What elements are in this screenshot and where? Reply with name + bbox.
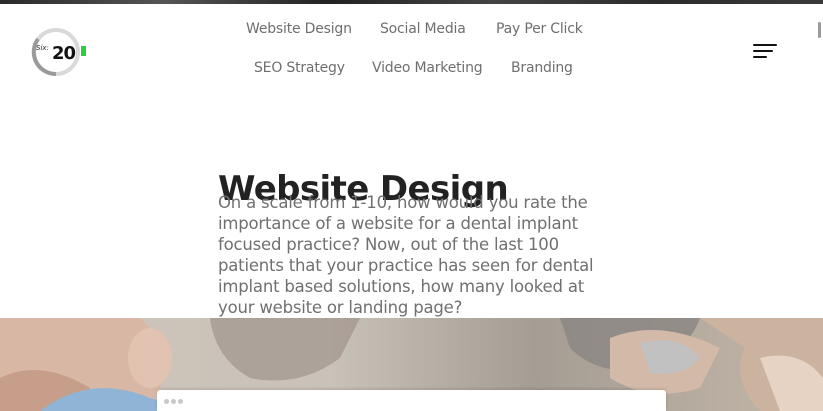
svg-text:Six:: Six: xyxy=(36,44,49,52)
svg-text:20: 20 xyxy=(52,43,76,64)
paragraph-line: your website or landing page? xyxy=(218,298,463,317)
dot-icon xyxy=(178,399,183,404)
six20-logo-icon: Six: 20 xyxy=(31,28,86,77)
nav-website-design[interactable]: Website Design xyxy=(246,21,352,37)
top-image-strip xyxy=(0,0,823,4)
paragraph-line: implant based solutions, how many looked… xyxy=(218,277,585,296)
nav-pay-per-click[interactable]: Pay Per Click xyxy=(496,21,583,37)
dot-icon xyxy=(164,399,169,404)
nav-seo-strategy[interactable]: SEO Strategy xyxy=(254,60,345,76)
nav-branding[interactable]: Branding xyxy=(511,60,573,76)
dot-icon xyxy=(171,399,176,404)
paragraph-line: patients that your practice has seen for… xyxy=(218,256,594,275)
scrollbar-thumb[interactable] xyxy=(818,22,821,38)
site-logo[interactable]: Six: 20 xyxy=(30,27,88,77)
nav-video-marketing[interactable]: Video Marketing xyxy=(372,60,483,76)
paragraph-line: importance of a website for a dental imp… xyxy=(218,214,578,233)
scrollbar[interactable] xyxy=(815,4,823,318)
bottom-card xyxy=(157,390,666,411)
nav-social-media[interactable]: Social Media xyxy=(380,21,466,37)
hamburger-menu-icon[interactable] xyxy=(753,43,781,61)
paragraph-line: focused practice? Now, out of the last 1… xyxy=(218,235,559,254)
intro-paragraph: On a scale from 1-10, how would you rate… xyxy=(218,192,598,318)
paragraph-line: On a scale from 1-10, how would you rate… xyxy=(218,193,588,212)
